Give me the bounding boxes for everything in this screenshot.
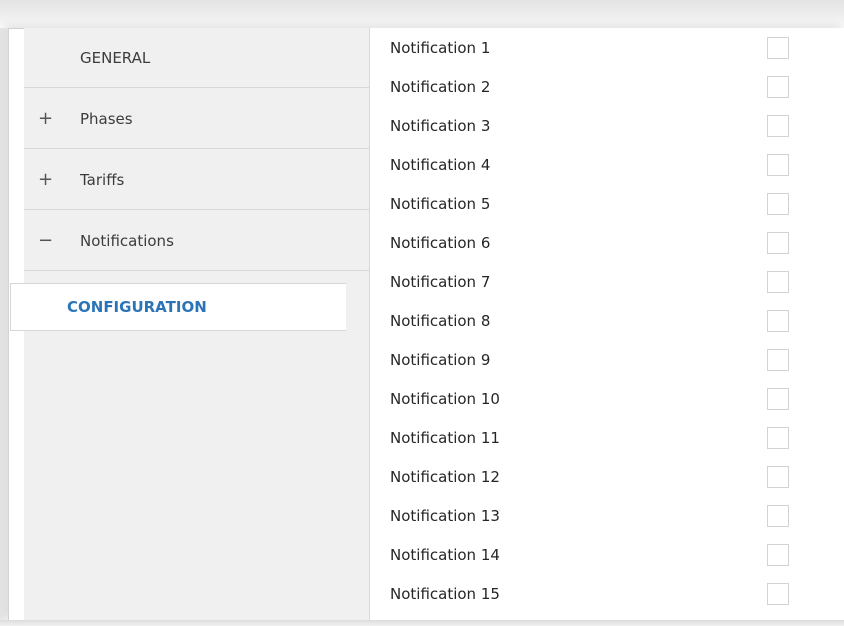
notification-label: Notification 4: [390, 155, 491, 174]
notification-settings-panel: Notification 1 Notification 2 Notificati…: [370, 28, 844, 620]
notification-checkbox[interactable]: [767, 426, 789, 449]
screenshot-frame: GENERAL + Phases + Tariffs − Notificatio…: [0, 0, 844, 626]
notification-label: Notification 6: [390, 233, 491, 252]
notification-row: Notification 7: [370, 262, 844, 301]
notification-label: Notification 15: [390, 584, 500, 603]
sidebar-item-general[interactable]: GENERAL: [24, 28, 369, 88]
sidebar-item-notifications[interactable]: − Notifications: [24, 211, 369, 271]
notification-row: Notification 12: [370, 457, 844, 496]
notification-label: Notification 11: [390, 428, 500, 447]
notification-checkbox[interactable]: [767, 504, 789, 527]
notification-checkbox[interactable]: [767, 387, 789, 410]
sidebar-item-tariffs[interactable]: + Tariffs: [24, 150, 369, 210]
sidebar-item-label: GENERAL: [80, 48, 151, 67]
notification-label: Notification 7: [390, 272, 491, 291]
notification-label: Notification 5: [390, 194, 491, 213]
notification-checkbox[interactable]: [767, 114, 789, 137]
notification-row: Notification 14: [370, 535, 844, 574]
window-shadow-bottom: [0, 620, 844, 626]
notification-label: Notification 8: [390, 311, 491, 330]
notification-row: Notification 6: [370, 223, 844, 262]
notification-label: Notification 3: [390, 116, 491, 135]
notification-checkbox[interactable]: [767, 153, 789, 176]
notification-label: Notification 9: [390, 350, 491, 369]
notification-row: Notification 8: [370, 301, 844, 340]
notification-checkbox[interactable]: [767, 36, 789, 59]
sidebar-item-phases[interactable]: + Phases: [24, 89, 369, 149]
notification-checkbox[interactable]: [767, 582, 789, 605]
collapse-minus-icon[interactable]: −: [38, 231, 53, 250]
notification-row: Notification 10: [370, 379, 844, 418]
notification-checkbox[interactable]: [767, 192, 789, 215]
sidebar-item-label: Notifications: [80, 231, 174, 250]
notification-checkbox[interactable]: [767, 270, 789, 293]
window-shadow-left: [0, 28, 8, 620]
notification-row: Notification 1: [370, 28, 844, 67]
notification-checkbox[interactable]: [767, 231, 789, 254]
notification-row: Notification 4: [370, 145, 844, 184]
notification-row: Notification 9: [370, 340, 844, 379]
notification-label: Notification 14: [390, 545, 500, 564]
notification-checkbox[interactable]: [767, 543, 789, 566]
notification-label: Notification 2: [390, 77, 491, 96]
expand-plus-icon[interactable]: +: [38, 170, 53, 189]
notification-checkbox[interactable]: [767, 309, 789, 332]
notification-checkbox[interactable]: [767, 75, 789, 98]
notification-row: Notification 2: [370, 67, 844, 106]
notification-checkbox[interactable]: [767, 465, 789, 488]
notification-label: Notification 12: [390, 467, 500, 486]
notification-label: Notification 13: [390, 506, 500, 525]
notification-checkbox[interactable]: [767, 348, 789, 371]
sidebar-item-label: CONFIGURATION: [67, 298, 207, 316]
sidebar-item-label: Tariffs: [80, 170, 125, 189]
notification-label: Notification 10: [390, 389, 500, 408]
notification-row: Notification 5: [370, 184, 844, 223]
notification-label: Notification 1: [390, 38, 491, 57]
notification-row: Notification 3: [370, 106, 844, 145]
sidebar-item-label: Phases: [80, 109, 133, 128]
notification-row: Notification 11: [370, 418, 844, 457]
expand-plus-icon[interactable]: +: [38, 109, 53, 128]
notification-row: Notification 15: [370, 574, 844, 613]
sidebar-item-configuration[interactable]: CONFIGURATION: [10, 283, 346, 331]
notification-row: Notification 13: [370, 496, 844, 535]
